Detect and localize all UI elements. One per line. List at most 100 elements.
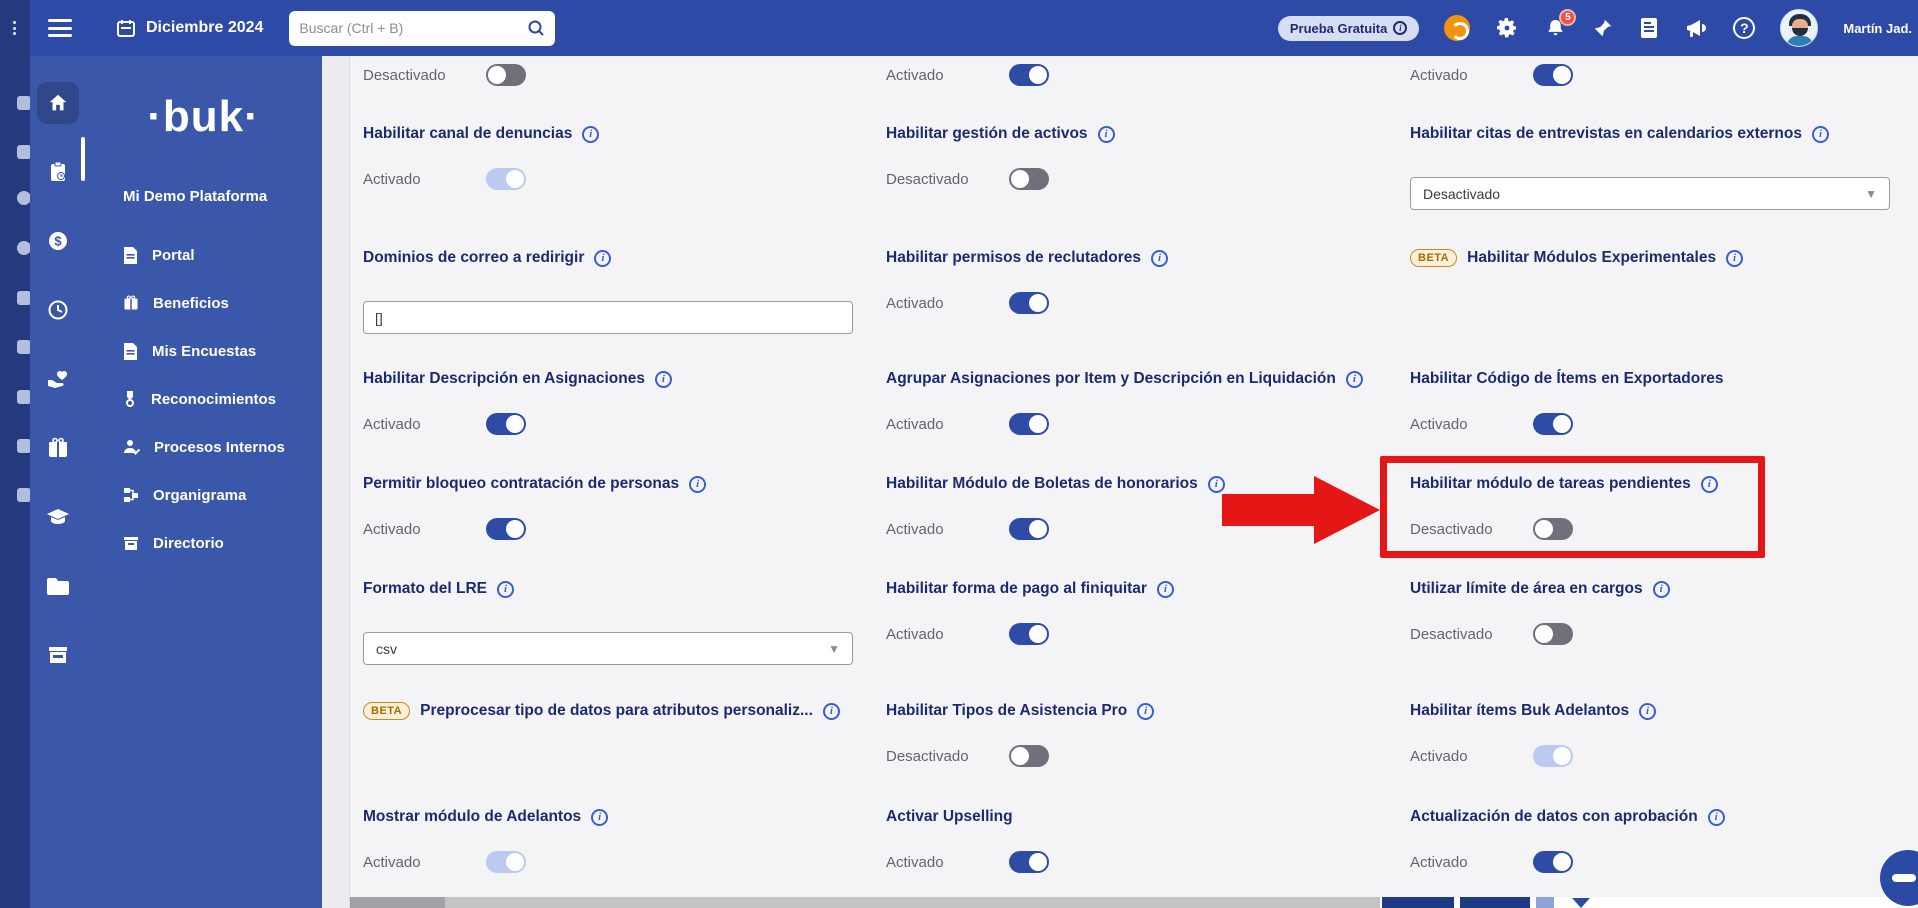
sidebar-item-reconocimientos[interactable]: Reconocimientos (85, 375, 322, 423)
icon-rail: $ (30, 56, 85, 908)
setting-toggle[interactable] (486, 851, 526, 873)
sidebar-item-procesos-internos[interactable]: Procesos Internos (85, 423, 322, 471)
info-icon[interactable]: i (823, 703, 840, 720)
scrollbar-thumb[interactable] (350, 897, 445, 908)
setting-title: Mostrar módulo de Adelantos (363, 808, 581, 826)
setting-toggle[interactable] (1533, 745, 1573, 767)
setting-control-row: Activado (1410, 745, 1918, 767)
info-icon[interactable]: i (689, 476, 706, 493)
search-icon[interactable] (527, 19, 545, 37)
info-icon[interactable]: i (1346, 371, 1363, 388)
setting-toggle[interactable] (486, 64, 526, 86)
info-icon[interactable]: i (1653, 581, 1670, 598)
setting-toggle[interactable] (1009, 623, 1049, 645)
user-avatar[interactable] (1780, 9, 1818, 47)
time-clock-icon[interactable] (37, 289, 79, 331)
user-name[interactable]: Martín Jad. (1843, 21, 1912, 36)
documents-folder-icon[interactable] (37, 565, 79, 607)
setting-cell: Habilitar citas de entrevistas en calend… (1410, 124, 1918, 248)
payroll-dollar-icon[interactable]: $ (37, 220, 79, 262)
gift-box-icon[interactable] (37, 427, 79, 469)
home-icon[interactable] (37, 82, 79, 124)
settings-gear-icon[interactable] (1495, 16, 1519, 40)
info-icon[interactable]: i (1098, 126, 1115, 143)
announcements-megaphone-icon[interactable] (1684, 17, 1708, 39)
chevron-down-icon: ▼ (828, 642, 840, 656)
free-trial-badge[interactable]: Prueba Gratuita i (1278, 16, 1420, 41)
sidebar-item-label: Beneficios (153, 295, 229, 312)
scrollbar-gutter[interactable] (322, 56, 350, 908)
info-icon[interactable]: i (1812, 126, 1829, 143)
info-icon[interactable]: i (591, 809, 608, 826)
sidebar-item-organigrama[interactable]: Organigrama (85, 471, 322, 519)
info-icon[interactable]: i (1701, 476, 1718, 493)
sidebar-item-mis-encuestas[interactable]: Mis Encuestas (85, 327, 322, 375)
setting-text-input[interactable] (363, 301, 853, 334)
info-icon[interactable]: i (594, 250, 611, 267)
setting-toggle[interactable] (1533, 623, 1573, 645)
setting-toggle[interactable] (1009, 413, 1049, 435)
rewards-icon[interactable] (1444, 15, 1470, 41)
setting-select[interactable]: csv ▼ (363, 632, 853, 665)
info-icon[interactable]: i (1137, 703, 1154, 720)
setting-toggle[interactable] (1533, 413, 1573, 435)
setting-control-row: Desactivado (886, 168, 1410, 190)
info-icon[interactable]: i (655, 371, 672, 388)
setting-toggle[interactable] (1009, 745, 1049, 767)
setting-control-row: Activado (886, 623, 1410, 645)
setting-toggle[interactable] (1533, 518, 1573, 540)
search-box[interactable] (289, 11, 555, 46)
sidebar-item-beneficios[interactable]: Beneficios (85, 279, 322, 327)
tasks-clipboard-icon[interactable] (37, 151, 79, 193)
setting-control-row: Activado (1410, 413, 1918, 435)
sidebar: ·buk· Mi Demo Plataforma Portal Benefici… (85, 56, 322, 908)
setting-cell: BETAPreprocesar tipo de datos para atrib… (363, 701, 886, 807)
sidebar-item-label: Procesos Internos (154, 439, 285, 456)
sidebar-item-directorio[interactable]: Directorio (85, 519, 322, 567)
setting-title-row: Habilitar Descripción en Asignacionesi (363, 369, 886, 389)
select-value: csv (376, 641, 397, 657)
sidebar-item-portal[interactable]: Portal (85, 231, 322, 279)
setting-toggle[interactable] (1009, 851, 1049, 873)
calendar-icon[interactable] (116, 18, 136, 38)
setting-select[interactable]: Desactivado▼ (1410, 177, 1890, 210)
info-icon[interactable]: i (1726, 250, 1743, 267)
benefits-hand-heart-icon[interactable] (37, 358, 79, 400)
info-icon[interactable]: i (1208, 476, 1225, 493)
info-icon[interactable]: i (497, 581, 514, 598)
medal-icon (123, 391, 137, 408)
setting-toggle[interactable] (1009, 292, 1049, 314)
setting-title: Habilitar gestión de activos (886, 125, 1088, 143)
setting-toggle[interactable] (1009, 518, 1049, 540)
notifications-bell-icon[interactable]: 5 (1544, 17, 1567, 40)
org-chart-icon (123, 487, 139, 503)
pin-icon[interactable] (1592, 17, 1614, 39)
changelog-icon[interactable] (1639, 17, 1659, 39)
help-icon[interactable]: ? (1733, 17, 1755, 39)
period-label[interactable]: Diciembre 2024 (146, 19, 263, 37)
toggle-state-label: Activado (886, 626, 1009, 643)
info-icon[interactable]: i (582, 126, 599, 143)
ghost-gift-icon (17, 340, 30, 354)
setting-toggle[interactable] (486, 413, 526, 435)
horizontal-scrollbar[interactable] (350, 897, 1918, 908)
setting-title-row: Formato del LREi (363, 579, 886, 599)
info-icon[interactable]: i (1708, 809, 1725, 826)
setting-title-row: Habilitar forma de pago al finiquitari (886, 579, 1410, 599)
info-icon[interactable]: i (1157, 581, 1174, 598)
info-icon[interactable]: i (1639, 703, 1656, 720)
setting-title-row: BETAPreprocesar tipo de datos para atrib… (363, 701, 886, 721)
top-bar: Diciembre 2024 Prueba Gratuita i 5 (0, 0, 1918, 56)
setting-toggle[interactable] (1533, 64, 1573, 86)
setting-toggle[interactable] (486, 168, 526, 190)
toggle-state-label: Activado (363, 854, 486, 871)
menu-toggle-icon[interactable] (48, 19, 72, 37)
setting-toggle[interactable] (486, 518, 526, 540)
setting-toggle[interactable] (1009, 168, 1049, 190)
setting-toggle[interactable] (1533, 851, 1573, 873)
search-input[interactable] (299, 20, 527, 36)
setting-toggle[interactable] (1009, 64, 1049, 86)
info-icon[interactable]: i (1151, 250, 1168, 267)
training-cap-icon[interactable] (37, 496, 79, 538)
marketplace-store-icon[interactable] (37, 634, 79, 676)
